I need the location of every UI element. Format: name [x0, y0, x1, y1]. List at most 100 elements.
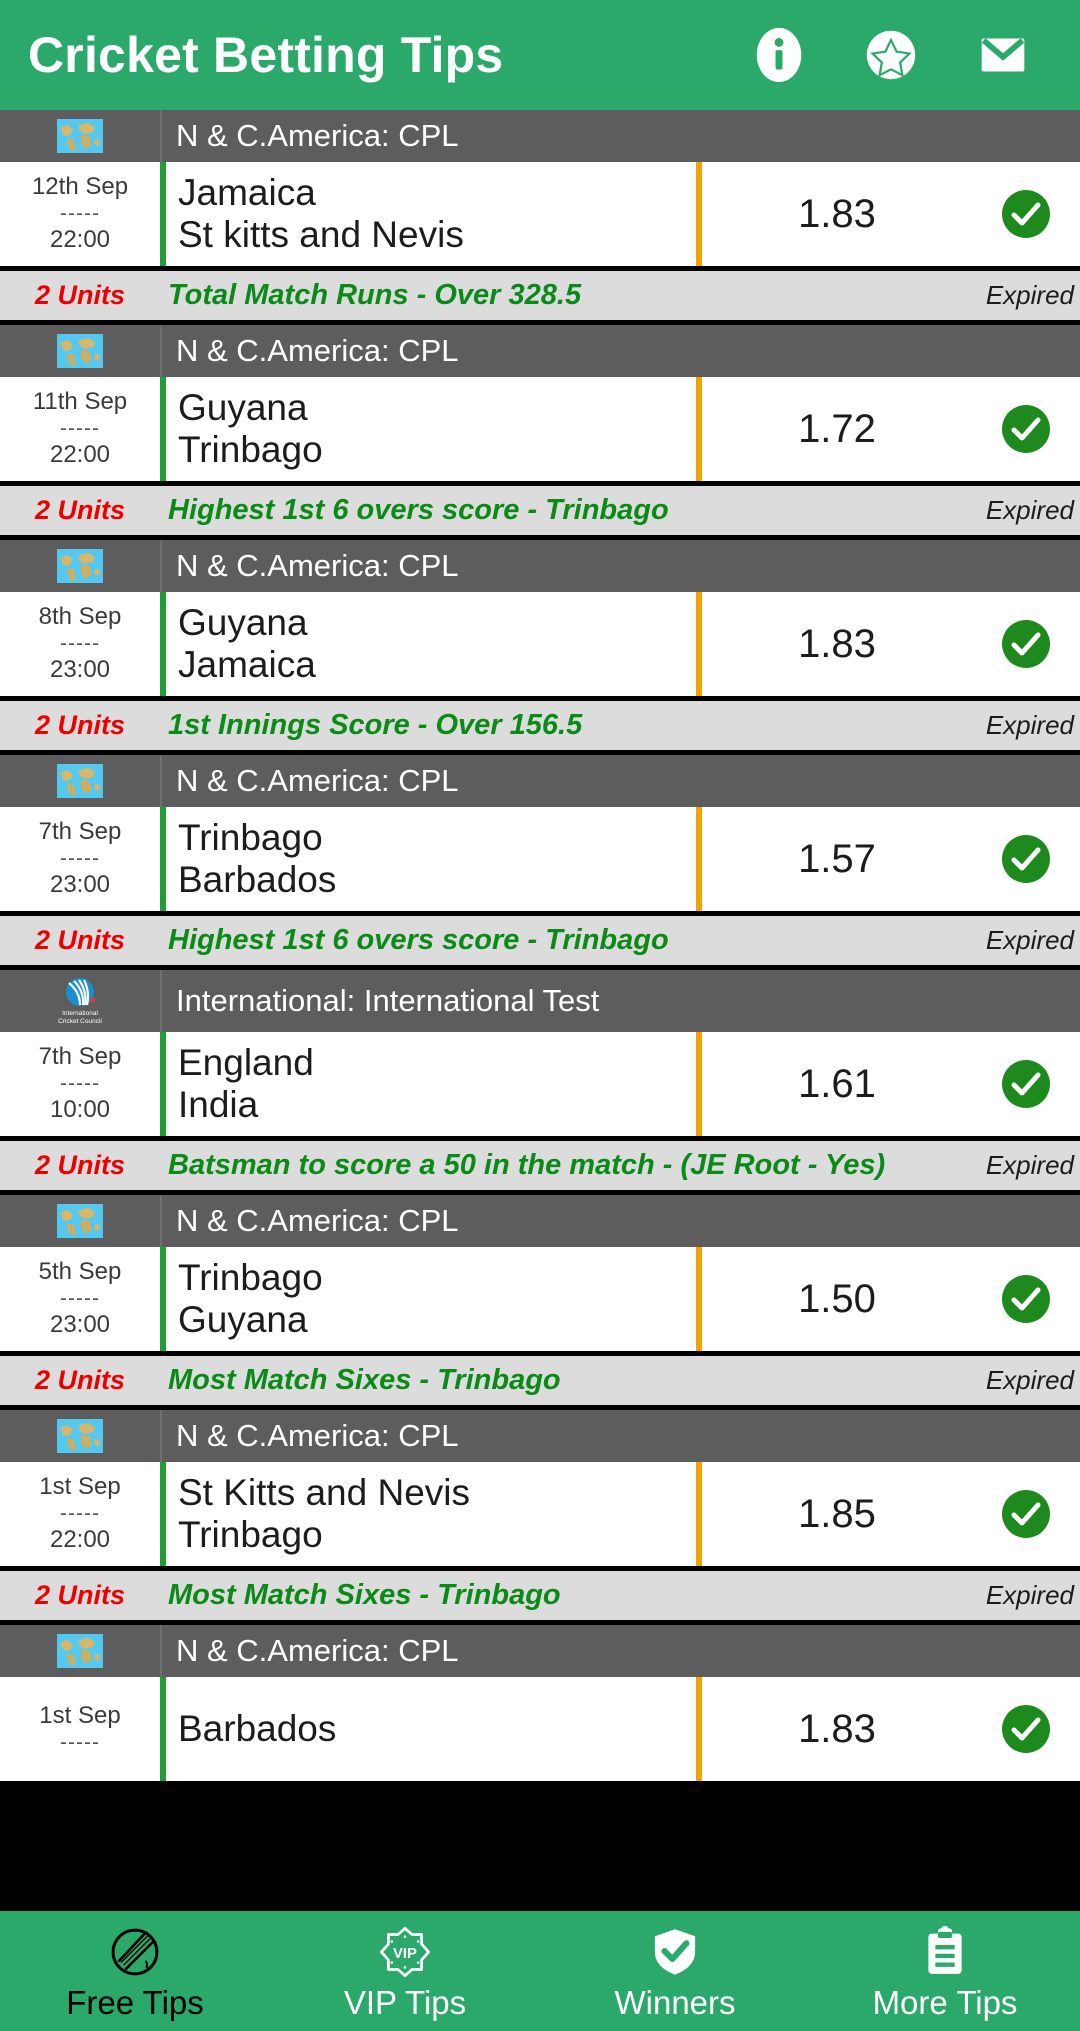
result-won-icon — [1002, 1490, 1050, 1538]
svg-text:International: International — [62, 1010, 98, 1017]
match-odds: 1.85 — [696, 1462, 972, 1566]
match-date: 8th Sep — [38, 603, 122, 631]
tip-row: 2 Units Highest 1st 6 overs score - Trinb… — [0, 481, 1080, 535]
match-card[interactable]: N & C.America: CPL 12th Sep ----- 22:00 Jama… — [0, 110, 1080, 320]
match-card[interactable]: N & C.America: CPL 7th Sep ----- 23:00 Trinb… — [0, 750, 1080, 965]
league-icon-cell — [0, 1410, 162, 1462]
match-result — [972, 1032, 1080, 1136]
tip-units: 2 Units — [34, 925, 126, 955]
nav-item-more-tips[interactable]: More Tips — [810, 1911, 1080, 2031]
match-odds: 1.72 — [696, 377, 972, 481]
match-time: 10:00 — [49, 1096, 111, 1124]
tip-row: 2 Units 1st Innings Score - Over 156.5 Exp… — [0, 696, 1080, 750]
app-bar-actions — [748, 24, 1052, 86]
tip-row: 2 Units Most Match Sixes - Trinbago Expire… — [0, 1566, 1080, 1620]
info-icon[interactable] — [748, 24, 810, 86]
match-odds: 1.50 — [696, 1247, 972, 1351]
match-row[interactable]: 1st Sep ----- Barbados 1.83 — [0, 1677, 1080, 1781]
league-name: N & C.America: CPL — [176, 1203, 459, 1238]
team-away: Barbados — [178, 859, 337, 900]
match-row[interactable]: 11th Sep ----- 22:00 Guyana Trinbago 1.72 — [0, 377, 1080, 481]
match-card[interactable]: N & C.America: CPL 1st Sep ----- 22:00 St Ki… — [0, 1405, 1080, 1620]
league-name: N & C.America: CPL — [176, 118, 459, 153]
league-header: International Cricket Council Internationa… — [0, 970, 1080, 1032]
league-icon-cell — [0, 1625, 162, 1677]
tip-selection: Most Match Sixes - Trinbago — [168, 1363, 561, 1396]
nav-item-vip-tips[interactable]: VIP VIP Tips — [270, 1911, 540, 2031]
team-home: Trinbago — [178, 816, 323, 858]
nav-item-winners[interactable]: Winners — [540, 1911, 810, 2031]
league-icon-cell — [0, 325, 162, 377]
world-map-icon — [57, 764, 103, 798]
date-separator: ----- — [60, 1730, 100, 1754]
league-icon-cell — [0, 110, 162, 162]
match-date: 7th Sep — [38, 818, 122, 846]
tips-list[interactable]: N & C.America: CPL 12th Sep ----- 22:00 Jama… — [0, 110, 1080, 1911]
match-time: 23:00 — [49, 871, 111, 899]
tip-selection: Highest 1st 6 overs score - Trinbago — [168, 493, 669, 526]
match-row[interactable]: 1st Sep ----- 22:00 St Kitts and Nevis Trinb… — [0, 1462, 1080, 1566]
tip-units: 2 Units — [34, 1150, 126, 1180]
tip-units: 2 Units — [34, 495, 126, 525]
match-odds: 1.61 — [696, 1032, 972, 1136]
team-away: India — [178, 1084, 259, 1125]
tip-selection: Highest 1st 6 overs score - Trinbago — [168, 923, 669, 956]
world-map-icon — [57, 334, 103, 368]
match-result — [972, 1677, 1080, 1781]
match-teams: England India — [160, 1032, 696, 1136]
match-time: 22:00 — [49, 226, 111, 254]
match-row[interactable]: 5th Sep ----- 23:00 Trinbago Guyana 1.50 — [0, 1247, 1080, 1351]
match-teams: St Kitts and Nevis Trinbago — [160, 1462, 696, 1566]
icc-logo-icon: InternationalCricket Council — [58, 978, 102, 1025]
match-row[interactable]: 7th Sep ----- 23:00 Trinbago Barbados 1.57 — [0, 807, 1080, 911]
match-teams: Jamaica St kitts and Nevis — [160, 162, 696, 266]
match-result — [972, 377, 1080, 481]
match-odds: 1.83 — [696, 162, 972, 266]
result-won-icon — [1002, 620, 1050, 668]
match-card[interactable]: N & C.America: CPL 5th Sep ----- 23:00 Trinb… — [0, 1190, 1080, 1405]
team-away: St kitts and Nevis — [178, 214, 464, 255]
tip-status: Expired — [985, 1150, 1074, 1180]
tip-status: Expired — [985, 710, 1074, 740]
match-date: 7th Sep — [38, 1043, 122, 1071]
match-teams: Barbados — [160, 1677, 696, 1781]
result-won-icon — [1002, 405, 1050, 453]
league-header: N & C.America: CPL — [0, 540, 1080, 592]
match-datetime: 1st Sep ----- 22:00 — [0, 1462, 160, 1566]
match-time: 22:00 — [49, 1526, 111, 1554]
tip-selection: 1st Innings Score - Over 156.5 — [168, 708, 583, 741]
match-row[interactable]: 7th Sep ----- 10:00 England India 1.61 — [0, 1032, 1080, 1136]
team-away: Jamaica — [178, 644, 316, 685]
svg-text:VIP: VIP — [393, 1946, 417, 1962]
result-won-icon — [1002, 1705, 1050, 1753]
match-card[interactable]: N & C.America: CPL 11th Sep ----- 22:00 Guya… — [0, 320, 1080, 535]
tip-status: Expired — [985, 280, 1074, 310]
nav-item-free-tips[interactable]: Free Tips — [0, 1911, 270, 2031]
league-header: N & C.America: CPL — [0, 325, 1080, 377]
match-card[interactable]: N & C.America: CPL 1st Sep ----- Barbados 1.… — [0, 1620, 1080, 1781]
match-date: 1st Sep — [39, 1702, 121, 1730]
match-card[interactable]: N & C.America: CPL 8th Sep ----- 23:00 Guyan… — [0, 535, 1080, 750]
match-card[interactable]: International Cricket Council Internationa… — [0, 965, 1080, 1190]
world-map-icon — [57, 549, 103, 583]
date-separator: ----- — [60, 1501, 100, 1525]
mail-icon[interactable] — [972, 24, 1034, 86]
date-separator: ----- — [60, 631, 100, 655]
team-home: Trinbago — [178, 1256, 323, 1298]
world-map-icon — [57, 1204, 103, 1238]
app-root: Cricket Betting Tips N & C.America: CPL … — [0, 0, 1080, 2031]
date-separator: ----- — [60, 201, 100, 225]
match-datetime: 1st Sep ----- — [0, 1677, 160, 1781]
team-home: England — [178, 1041, 314, 1083]
team-away: Guyana — [178, 1299, 308, 1340]
result-won-icon — [1002, 835, 1050, 883]
cricket-ball-icon — [107, 1924, 163, 1980]
app-bar: Cricket Betting Tips — [0, 0, 1080, 110]
tip-units: 2 Units — [34, 710, 126, 740]
world-map-icon — [57, 1634, 103, 1668]
match-row[interactable]: 8th Sep ----- 23:00 Guyana Jamaica 1.83 — [0, 592, 1080, 696]
match-row[interactable]: 12th Sep ----- 22:00 Jamaica St kitts and Ne… — [0, 162, 1080, 266]
match-date: 5th Sep — [38, 1258, 122, 1286]
team-home: St Kitts and Nevis — [178, 1471, 471, 1513]
star-icon[interactable] — [860, 24, 922, 86]
